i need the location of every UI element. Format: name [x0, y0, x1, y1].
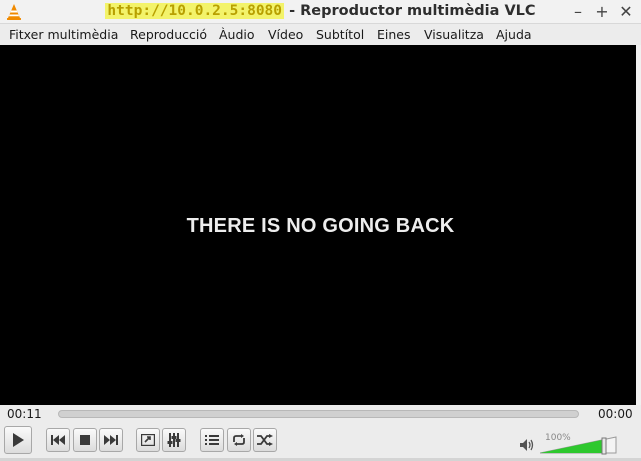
- playlist-icon: [205, 435, 219, 445]
- extended-settings-icon: [167, 433, 181, 447]
- title-bar: http://10.0.2.5:8080 - Reproductor multi…: [0, 0, 641, 24]
- next-button[interactable]: [99, 428, 123, 452]
- playlist-button[interactable]: [200, 428, 224, 452]
- menu-playback[interactable]: Reproducció: [130, 27, 207, 42]
- extended-settings-button[interactable]: [162, 428, 186, 452]
- minimize-button[interactable]: –: [568, 2, 588, 22]
- stop-button[interactable]: [73, 428, 97, 452]
- title-url: http://10.0.2.5:8080: [105, 3, 285, 19]
- title-app-name: - Reproductor multimèdia VLC: [284, 3, 536, 19]
- random-button[interactable]: [253, 428, 277, 452]
- menu-tools[interactable]: Eines: [377, 27, 411, 42]
- fullscreen-button[interactable]: [136, 428, 160, 452]
- play-button[interactable]: [4, 426, 32, 454]
- menu-view[interactable]: Visualitza: [424, 27, 484, 42]
- skip-next-icon: [104, 435, 118, 445]
- menu-media[interactable]: Fitxer multimèdia: [9, 27, 118, 42]
- previous-button[interactable]: [46, 428, 70, 452]
- video-area[interactable]: THERE IS NO GOING BACK: [0, 45, 641, 405]
- speaker-icon[interactable]: [519, 438, 535, 452]
- close-button[interactable]: ✕: [616, 2, 636, 22]
- seek-row: 00:11 00:00: [0, 405, 641, 423]
- menu-audio[interactable]: Àudio: [219, 27, 255, 42]
- window-edge: [636, 45, 641, 405]
- volume-slider[interactable]: [540, 431, 618, 455]
- fullscreen-icon: [141, 434, 155, 446]
- menu-bar: Fitxer multimèdia Reproducció Àudio Víde…: [0, 24, 641, 45]
- play-icon: [13, 433, 24, 447]
- seek-slider[interactable]: [58, 410, 579, 418]
- elapsed-time: 00:11: [7, 407, 42, 421]
- total-time: 00:00: [598, 407, 633, 421]
- loop-icon: [233, 434, 245, 446]
- video-frame-text: THERE IS NO GOING BACK: [186, 215, 455, 237]
- loop-button[interactable]: [227, 428, 251, 452]
- window-title: http://10.0.2.5:8080 - Reproductor multi…: [0, 3, 641, 19]
- stop-icon: [80, 435, 90, 445]
- shuffle-icon: [257, 434, 273, 446]
- menu-video[interactable]: Vídeo: [268, 27, 303, 42]
- maximize-button[interactable]: +: [592, 2, 612, 22]
- menu-help[interactable]: Ajuda: [496, 27, 532, 42]
- control-bar: 100%: [0, 423, 641, 461]
- skip-previous-icon: [51, 435, 65, 445]
- menu-subtitle[interactable]: Subtítol: [316, 27, 364, 42]
